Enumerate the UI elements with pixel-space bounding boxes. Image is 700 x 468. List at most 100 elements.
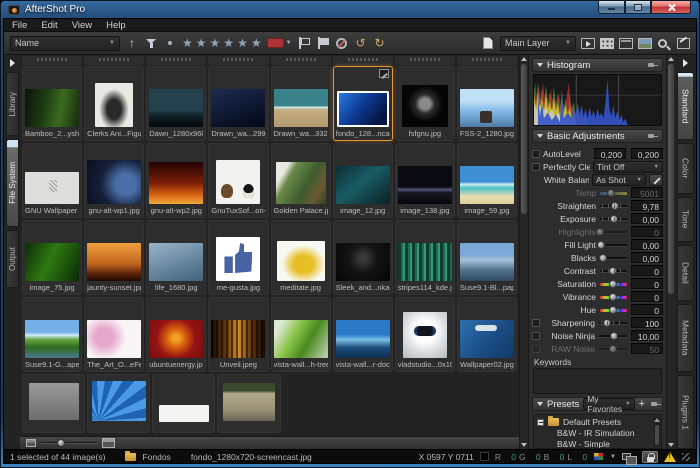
tab-detail[interactable]: Detail [677, 245, 694, 301]
value-input[interactable]: 9,78 [631, 200, 663, 211]
tab-library[interactable]: Library [6, 72, 19, 136]
star-icon[interactable]: ★ [251, 37, 262, 49]
checkbox[interactable] [532, 332, 540, 340]
star-icon[interactable]: ★ [196, 37, 207, 49]
sort-select[interactable]: Name ▼ [10, 36, 120, 51]
rotate-left-button[interactable]: ↺ [354, 35, 368, 51]
flag-pick-button[interactable] [297, 35, 311, 51]
value-input[interactable]: 0 [631, 304, 663, 315]
thumbnail-cell[interactable]: FSS-2_1280.jpg [457, 66, 517, 141]
slider-knob[interactable] [610, 215, 618, 223]
thumbnail-cell[interactable]: ubuntuenergy.jpg [146, 297, 206, 372]
thumbnail-cell[interactable]: stripes114_kde.jpg [395, 220, 455, 295]
value-input[interactable]: 10,00 [631, 330, 663, 341]
slider[interactable] [598, 344, 628, 353]
small-thumbnails-icon[interactable] [26, 439, 36, 447]
slider[interactable] [599, 253, 628, 262]
slider[interactable] [599, 266, 628, 275]
slider-knob[interactable] [57, 439, 65, 447]
thumbnail-cell[interactable]: gnu-alt-wp1.jpg [84, 143, 144, 218]
slider-knob[interactable] [609, 293, 617, 301]
thumbnail-cell[interactable] [22, 374, 85, 433]
layer-select[interactable]: Main Layer ▼ [500, 36, 576, 51]
slider-knob[interactable] [610, 332, 618, 340]
scroll-up-icon[interactable] [668, 57, 674, 61]
collapse-arrow-icon[interactable] [10, 59, 15, 67]
thumbnail-cell[interactable]: gnu-alt-wp2.jpg [146, 143, 206, 218]
presets-scrollbar[interactable] [654, 417, 660, 446]
large-thumbnails-icon[interactable] [102, 438, 115, 448]
thumbnail-cell[interactable]: meditate.jpg [271, 220, 331, 295]
eyedropper-button[interactable] [649, 174, 663, 186]
collapse-triangle-icon[interactable] [537, 63, 543, 67]
rotate-right-button[interactable]: ↻ [373, 35, 387, 51]
slideshow-button[interactable] [581, 35, 595, 51]
thumbnail-cell[interactable]: Suse9.1-G...apers.jpg [22, 297, 82, 372]
menu-item-file[interactable]: File [12, 20, 27, 31]
tab-output[interactable]: Output [6, 230, 19, 288]
scroll-up-icon[interactable] [521, 57, 527, 61]
preset-item[interactable]: B&W - IR Simulation [537, 428, 658, 438]
thumbnail-cell[interactable]: Drawn_wa...332_.jpg [271, 66, 331, 141]
value-input[interactable]: 5001 [631, 187, 663, 198]
thumbnail-view-button[interactable] [600, 35, 614, 51]
image-view-button[interactable] [638, 35, 652, 51]
collapse-triangle-icon[interactable] [537, 402, 543, 406]
thumbnail-cell[interactable]: The_Art_O...eFear.jpg [84, 297, 144, 372]
close-button[interactable] [651, 1, 691, 14]
value-input[interactable]: 0,00 [631, 239, 663, 250]
layers-button[interactable] [481, 35, 495, 51]
slider[interactable] [599, 214, 628, 223]
value-input[interactable]: 0,00 [631, 252, 663, 263]
thumbnail-cell[interactable]: vladstudio...0x1024.jpg [395, 297, 455, 372]
menu-item-help[interactable]: Help [106, 20, 126, 31]
tab-standard[interactable]: Standard [677, 72, 694, 140]
value-input[interactable]: 0 [631, 226, 663, 237]
star-icon[interactable]: ★ [182, 37, 193, 49]
thumbnail-cell[interactable]: image_12.jpg [333, 143, 393, 218]
thumbnail-cell[interactable]: fondo_128...ncast.jpg [333, 66, 393, 141]
pin-icon[interactable] [648, 133, 658, 139]
slider-knob[interactable] [609, 267, 617, 275]
value-input[interactable]: 0,200 [594, 148, 626, 159]
slider-knob[interactable] [609, 280, 617, 288]
preset-item[interactable]: B&W - Simple [537, 439, 658, 449]
title-bar[interactable]: AfterShot Pro [1, 1, 699, 18]
slider-knob[interactable] [607, 189, 615, 197]
slider-knob[interactable] [609, 306, 617, 314]
reject-button[interactable] [335, 35, 349, 51]
thumbnail-cell[interactable]: jaunty-sunset.jpg [84, 220, 144, 295]
minimize-button[interactable] [598, 1, 625, 14]
thumbnail-cell[interactable]: vista-wall...r-dock.jpg [333, 297, 393, 372]
scrollbar-thumb[interactable] [668, 64, 674, 294]
thumbnail-cell[interactable]: Drawn_wa...299_.jpg [208, 66, 268, 141]
checkbox[interactable] [532, 150, 540, 158]
checkbox[interactable] [532, 163, 540, 171]
thumbnail-cell[interactable]: image_138.jpg [395, 143, 455, 218]
tab-metadata[interactable]: Metadata [677, 304, 694, 372]
slider[interactable] [599, 201, 628, 210]
thumbnail-cell[interactable]: GNU Wallpaper 2.jpg [22, 143, 82, 218]
slider-knob[interactable] [611, 202, 619, 210]
star-icon[interactable]: ★ [223, 37, 234, 49]
tab-plugins-1[interactable]: Plugins 1 [677, 375, 694, 449]
color-management-icon[interactable] [593, 452, 604, 461]
preset-folder-row[interactable]: Default Presets [537, 417, 658, 427]
maximize-button[interactable] [625, 1, 651, 14]
basic-adjustments-header[interactable]: Basic Adjustments [532, 129, 663, 143]
resize-grip[interactable] [682, 453, 690, 461]
collapse-expander-icon[interactable] [537, 419, 544, 426]
thumbnail-cell[interactable]: Sleek_and...nkahn.jpg [333, 220, 393, 295]
tab-color[interactable]: Color [677, 143, 694, 194]
magnifier-button[interactable] [657, 35, 671, 51]
slider-knob[interactable] [603, 319, 611, 327]
thumbnail-size-slider[interactable] [41, 442, 97, 444]
thumbnail-cell[interactable]: life_1680.jpg [146, 220, 206, 295]
collapse-arrow-icon[interactable] [683, 59, 688, 67]
value-input[interactable]: 50 [631, 343, 663, 354]
scroll-down-icon[interactable] [521, 443, 527, 447]
slider-knob[interactable] [597, 241, 605, 249]
lock-button[interactable] [642, 451, 658, 463]
preview-view-button[interactable] [619, 35, 633, 51]
dual-monitor-icon[interactable] [622, 453, 631, 460]
